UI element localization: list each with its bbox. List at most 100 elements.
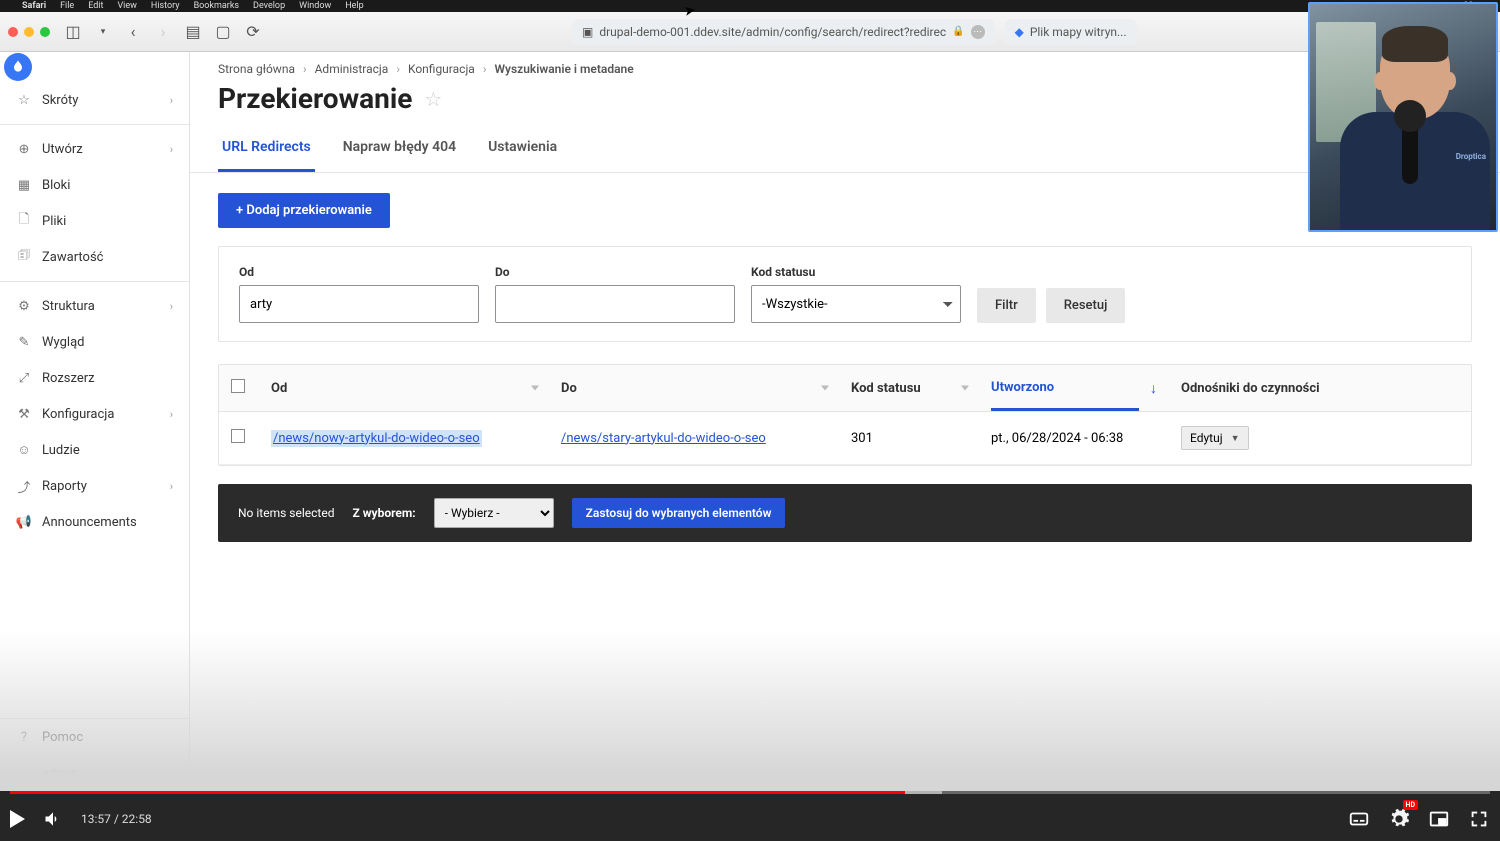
sidebar-item-struktura[interactable]: ⚙Struktura› <box>0 288 189 324</box>
col-to[interactable]: Do <box>549 365 839 412</box>
announce-icon: 📢 <box>16 515 32 530</box>
plus-icon: ⊕ <box>16 142 32 157</box>
row-created: pt., 06/28/2024 - 06:38 <box>979 412 1169 465</box>
sidebar-item-pomoc[interactable]: ?Pomoc <box>0 719 189 755</box>
sidebar-item-label: Rozszerz <box>42 371 95 386</box>
sidebar-item-konfiguracja[interactable]: ⚒Konfiguracja› <box>0 396 189 432</box>
play-icon <box>10 810 25 828</box>
sidebar-item-label: Wygląd <box>42 335 84 350</box>
status-select[interactable]: -Wszystkie- <box>751 285 961 323</box>
menubar-file[interactable]: File <box>60 1 74 11</box>
minimize-window-icon[interactable] <box>24 27 34 37</box>
status-label: Kod statusu <box>751 265 961 279</box>
sidebar-item-announcements[interactable]: 📢 Announcements <box>0 504 189 540</box>
sidebar-item-raporty[interactable]: ⤴Raporty› <box>0 468 189 504</box>
col-created[interactable]: Utworzono↓ <box>979 365 1169 412</box>
maximize-window-icon[interactable] <box>40 27 50 37</box>
sidebar-item-label: Announcements <box>42 515 137 530</box>
breadcrumb-item[interactable]: Konfiguracja <box>408 62 475 76</box>
col-from[interactable]: Od <box>259 365 549 412</box>
extend-icon: ⤢ <box>16 371 32 386</box>
tab-url-redirects[interactable]: URL Redirects <box>218 127 315 172</box>
sidebar-item-utworz[interactable]: ⊕Utwórz› <box>0 131 189 167</box>
appearance-icon: ✎ <box>16 335 32 350</box>
menubar-view[interactable]: View <box>117 1 136 11</box>
sort-desc-icon: ↓ <box>1150 380 1157 397</box>
sidebar-item-rozszerz[interactable]: ⤢ Rozszerz <box>0 360 189 396</box>
tab-2-label: Plik mapy witryn... <box>1030 25 1127 39</box>
menubar-window[interactable]: Window <box>299 1 331 11</box>
from-input[interactable] <box>239 285 479 323</box>
bulk-action-select[interactable]: - Wybierz - <box>434 498 554 528</box>
miniplayer-button[interactable] <box>1428 808 1450 830</box>
add-redirect-button[interactable]: + Dodaj przekierowanie <box>218 193 390 228</box>
progress-bar[interactable] <box>10 791 1490 794</box>
forward-icon[interactable]: › <box>152 21 174 43</box>
browser-tab-2[interactable]: ◆ Plik mapy witryn... <box>1005 19 1137 45</box>
mac-menubar: Safari File Edit View History Bookmarks … <box>0 0 1500 12</box>
sidebar-item-label: Struktura <box>42 299 95 314</box>
toolbar-icon-2[interactable]: ▢ <box>212 21 234 43</box>
sidebar-item-label: Bloki <box>42 178 70 193</box>
file-icon: 🗋 <box>16 210 32 232</box>
content-icon: 🗊 <box>16 246 32 268</box>
select-all-checkbox[interactable] <box>231 379 245 393</box>
address-bar[interactable]: ▣ drupal-demo-001.ddev.site/admin/config… <box>572 19 995 45</box>
sidebar-item-label: Zawartość <box>42 250 103 265</box>
breadcrumb-item[interactable]: Strona główna <box>218 62 295 76</box>
favorite-star-icon[interactable]: ☆ <box>424 87 442 111</box>
chevron-down-icon: ▼ <box>1231 433 1240 444</box>
menubar-history[interactable]: History <box>151 1 180 11</box>
from-label: Od <box>239 265 479 279</box>
sidebar-item-zawartosc[interactable]: 🗊 Zawartość <box>0 239 189 275</box>
config-icon: ⚒ <box>16 407 32 422</box>
chevron-right-icon: › <box>170 300 173 313</box>
volume-button[interactable] <box>43 809 63 829</box>
menubar-develop[interactable]: Develop <box>253 1 285 11</box>
close-window-icon[interactable] <box>8 27 18 37</box>
breadcrumb-item[interactable]: Administracja <box>315 62 389 76</box>
col-status[interactable]: Kod statusu <box>839 365 979 412</box>
admin-sidebar: ☆Skróty› ⊕ Utwórz › ▦Bloki 🗋Pliki 🗊 Zawarto… <box>0 52 190 791</box>
row-edit-button[interactable]: Edytuj▼ <box>1181 426 1249 450</box>
captions-button[interactable] <box>1348 808 1370 830</box>
sidebar-item-label: Konfiguracja <box>42 407 114 422</box>
chevron-down-icon[interactable]: ▾ <box>92 21 114 43</box>
toolbar-icon-1[interactable]: ▤ <box>182 21 204 43</box>
sidebar-item-label: admin <box>42 766 78 781</box>
filter-button[interactable]: Filtr <box>977 288 1036 323</box>
reload-icon[interactable]: ⟳ <box>242 21 264 43</box>
row-checkbox[interactable] <box>231 429 245 443</box>
reset-button[interactable]: Resetuj <box>1046 288 1126 323</box>
menubar-help[interactable]: Help <box>345 1 363 11</box>
play-button[interactable] <box>10 810 25 828</box>
settings-button[interactable]: HD <box>1388 808 1410 830</box>
row-to-link[interactable]: /news/stary-artykul-do-wideo-o-seo <box>561 431 766 446</box>
hd-badge: HD <box>1403 800 1419 810</box>
sidebar-item-ludzie[interactable]: ☺Ludzie <box>0 432 189 468</box>
sidebar-toggle-icon[interactable]: ◫ <box>62 21 84 43</box>
to-input[interactable] <box>495 285 735 323</box>
sidebar-item-skroty[interactable]: ☆Skróty› <box>0 82 189 118</box>
row-from-link[interactable]: /news/nowy-artykul-do-wideo-o-seo <box>271 430 482 447</box>
sidebar-item-pliki[interactable]: 🗋Pliki <box>0 203 189 239</box>
menubar-edit[interactable]: Edit <box>88 1 103 11</box>
back-icon[interactable]: ‹ <box>122 21 144 43</box>
reader-icon: ▣ <box>582 25 593 39</box>
menubar-bookmarks[interactable]: Bookmarks <box>194 1 239 11</box>
page-menu-icon[interactable]: ⋯ <box>971 25 985 39</box>
progress-played <box>10 791 905 794</box>
lock-icon: 🔒 <box>952 26 964 37</box>
breadcrumb-item[interactable]: Wyszukiwanie i metadane <box>494 62 633 76</box>
sidebar-item-label: Utwórz <box>42 142 83 157</box>
sidebar-item-wyglad[interactable]: ✎ Wygląd <box>0 324 189 360</box>
tab-ustawienia[interactable]: Ustawienia <box>484 127 561 172</box>
drupal-logo-icon[interactable] <box>4 53 32 81</box>
tab-404[interactable]: Napraw błędy 404 <box>339 127 460 172</box>
bulk-apply-button[interactable]: Zastosuj do wybranych elementów <box>572 498 786 528</box>
menubar-app[interactable]: Safari <box>22 1 46 11</box>
sidebar-item-admin[interactable]: ☺admin› <box>0 755 189 791</box>
fullscreen-button[interactable] <box>1468 808 1490 830</box>
table-row: /news/nowy-artykul-do-wideo-o-seo /news/… <box>219 412 1471 465</box>
sidebar-item-bloki[interactable]: ▦Bloki <box>0 167 189 203</box>
